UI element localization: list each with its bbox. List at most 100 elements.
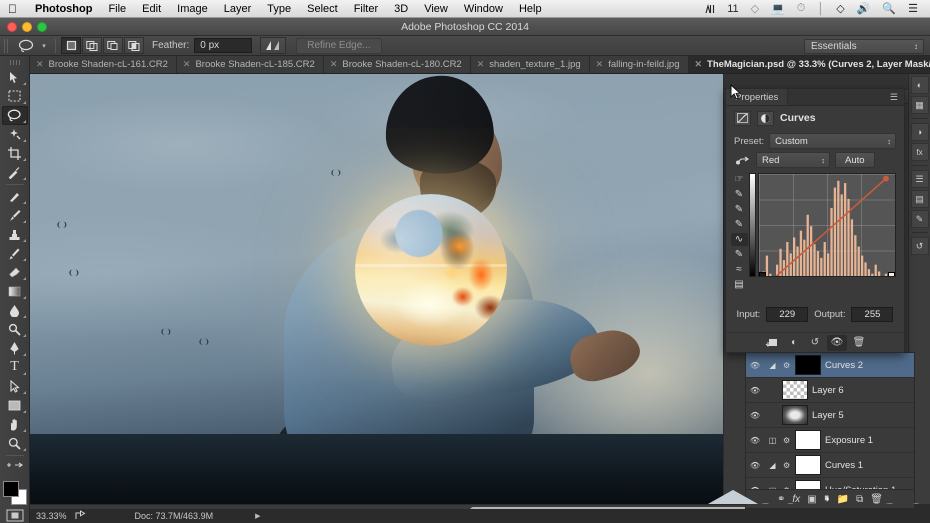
close-tab-icon[interactable]: ✕ <box>330 59 338 70</box>
rectangular-marquee-tool[interactable] <box>2 87 28 106</box>
subtract-from-selection-button[interactable] <box>103 37 123 54</box>
menu-item-edit[interactable]: Edit <box>134 0 169 18</box>
horizontal-type-tool[interactable]: T <box>2 358 28 377</box>
swatches-panel-icon[interactable]: ▦ <box>910 96 929 114</box>
battery-icon[interactable]: │ <box>811 3 830 15</box>
apple-logo-icon[interactable]:  <box>8 3 17 15</box>
eraser-tool[interactable] <box>2 263 28 282</box>
layer-visibility-eye-icon[interactable]: 👁 <box>748 461 762 470</box>
panel-menu-icon[interactable]: ☰ <box>890 89 904 105</box>
pencil-draw-curve-icon[interactable]: ✎ <box>731 247 748 261</box>
menu-item-help[interactable]: Help <box>511 0 550 18</box>
close-tab-icon[interactable]: ✕ <box>183 59 191 70</box>
layer-thumbnail[interactable] <box>782 380 808 400</box>
delete-layer-icon[interactable]: 🗑 <box>870 494 883 505</box>
intersect-with-selection-button[interactable] <box>124 37 144 54</box>
curve-graph[interactable] <box>758 173 896 277</box>
options-bar-grip[interactable] <box>4 38 10 53</box>
brush-tool[interactable] <box>2 206 28 225</box>
rectangle-tool[interactable] <box>2 396 28 415</box>
white-point-eyedropper-icon[interactable]: ✎ <box>731 218 748 232</box>
document-tab[interactable]: ✕ Brooke Shaden-cL-185.CR2 <box>176 56 324 73</box>
layer-visibility-eye-icon[interactable]: 👁 <box>748 411 762 420</box>
new-layer-icon[interactable]: ⧉ <box>856 494 863 505</box>
layer-link-icon[interactable]: ⚙ <box>783 436 791 445</box>
menu-item-view[interactable]: View <box>416 0 456 18</box>
layer-row[interactable]: 👁 ◢ ⚙ Curves 1 <box>746 453 914 478</box>
add-to-selection-button[interactable] <box>82 37 102 54</box>
volume-icon[interactable]: 🔊 <box>851 2 877 15</box>
hand-tool[interactable] <box>2 415 28 434</box>
new-group-icon[interactable]: 📁 <box>837 494 849 505</box>
channels-panel-icon[interactable]: ▤ <box>910 190 929 208</box>
document-tab[interactable]: ✕ shaden_texture_1.jpg <box>470 56 590 73</box>
feather-input[interactable]: 0 px <box>194 38 253 53</box>
menu-item-window[interactable]: Window <box>456 0 511 18</box>
path-selection-tool[interactable] <box>2 377 28 396</box>
preset-dropdown[interactable]: Custom <box>769 133 896 149</box>
toggle-layer-visibility-icon[interactable]: 👁 <box>827 334 847 351</box>
notification-center-icon[interactable]: ☰ <box>902 2 924 15</box>
crop-tool[interactable] <box>2 144 28 163</box>
smooth-curve-icon[interactable]: ≈ <box>731 262 748 276</box>
layer-mask-thumbnail[interactable] <box>795 430 821 450</box>
close-tab-icon[interactable]: ✕ <box>477 59 485 70</box>
edit-toolbar-icon[interactable] <box>2 458 28 477</box>
dropbox-icon[interactable]: ◇ <box>745 2 765 15</box>
layer-visibility-eye-icon[interactable]: 👁 <box>748 436 762 445</box>
layer-row[interactable]: 👁 Layer 6 <box>746 378 914 403</box>
close-tab-icon[interactable]: ✕ <box>596 59 604 70</box>
minimize-button[interactable] <box>22 22 32 32</box>
menu-item-3d[interactable]: 3D <box>386 0 416 18</box>
history-panel-icon[interactable]: ↺ <box>910 237 929 255</box>
display-icon[interactable]: 💻 <box>765 2 791 15</box>
close-tab-icon[interactable]: ✕ <box>695 59 703 70</box>
toolbar-grip[interactable] <box>9 60 20 65</box>
color-panel-icon[interactable]: ◐ <box>910 76 929 94</box>
workspace-selector[interactable]: Essentials <box>804 39 924 54</box>
spotlight-search-icon[interactable]: 🔍 <box>876 2 902 15</box>
network-activity-icon[interactable] <box>699 3 721 14</box>
clone-stamp-tool[interactable] <box>2 225 28 244</box>
pen-tool[interactable] <box>2 339 28 358</box>
new-selection-button[interactable] <box>61 37 81 54</box>
refine-edge-button[interactable]: Refine Edge... <box>296 37 382 54</box>
status-expand-arrow-icon[interactable]: ▶ <box>255 512 260 520</box>
eyedropper-tool[interactable] <box>2 163 28 182</box>
menu-item-layer[interactable]: Layer <box>216 0 260 18</box>
curve-display-options-icon[interactable]: ▤ <box>731 277 748 291</box>
channel-dropdown[interactable]: Red <box>756 152 830 168</box>
menu-item-type[interactable]: Type <box>259 0 299 18</box>
zoom-tool[interactable] <box>2 434 28 453</box>
quick-mask-icon[interactable] <box>4 508 26 522</box>
lasso-tool[interactable] <box>1 105 28 125</box>
reset-adjustment-icon[interactable]: ↺ <box>805 335 825 351</box>
link-layers-icon[interactable]: ⚭ <box>777 494 785 505</box>
share-icon[interactable] <box>75 510 87 522</box>
layer-style-icon[interactable]: fx <box>792 494 800 505</box>
layer-link-icon[interactable]: ⚙ <box>783 461 791 470</box>
document-tab[interactable]: ✕ Brooke Shaden-cL-180.CR2 <box>323 56 471 73</box>
document-tab[interactable]: ✕ Brooke Shaden-cL-161.CR2 <box>30 56 177 73</box>
gradient-tool[interactable] <box>2 282 28 301</box>
layer-mask-thumbnail[interactable] <box>795 355 821 375</box>
gray-point-eyedropper-icon[interactable]: ✎ <box>731 203 748 217</box>
anti-alias-icon[interactable] <box>260 37 287 54</box>
spot-healing-brush-tool[interactable] <box>2 187 28 206</box>
clip-to-layer-icon[interactable] <box>761 335 781 351</box>
paths-panel-icon[interactable]: ✎ <box>910 210 929 228</box>
menu-item-filter[interactable]: Filter <box>346 0 386 18</box>
on-image-adjust-icon[interactable] <box>734 153 751 168</box>
layer-visibility-eye-icon[interactable]: 👁 <box>748 386 762 395</box>
input-value-field[interactable]: 229 <box>766 307 809 322</box>
close-tab-icon[interactable]: ✕ <box>36 59 44 70</box>
active-tool-lasso-icon[interactable] <box>14 37 38 55</box>
document-tab[interactable]: ✕ falling-in-feild.jpg <box>589 56 689 73</box>
dodge-tool[interactable] <box>2 320 28 339</box>
foreground-color-swatch[interactable] <box>2 480 19 497</box>
layer-row[interactable]: 👁 Layer 5 <box>746 403 914 428</box>
tool-preset-chevron-down-icon[interactable]: ▾ <box>38 37 50 55</box>
clock-icon[interactable]: ⏱ <box>791 2 812 15</box>
layer-row[interactable]: 👁 ◫ ⚙ Exposure 1 <box>746 428 914 453</box>
layers-panel-icon[interactable]: ☰ <box>910 170 929 188</box>
